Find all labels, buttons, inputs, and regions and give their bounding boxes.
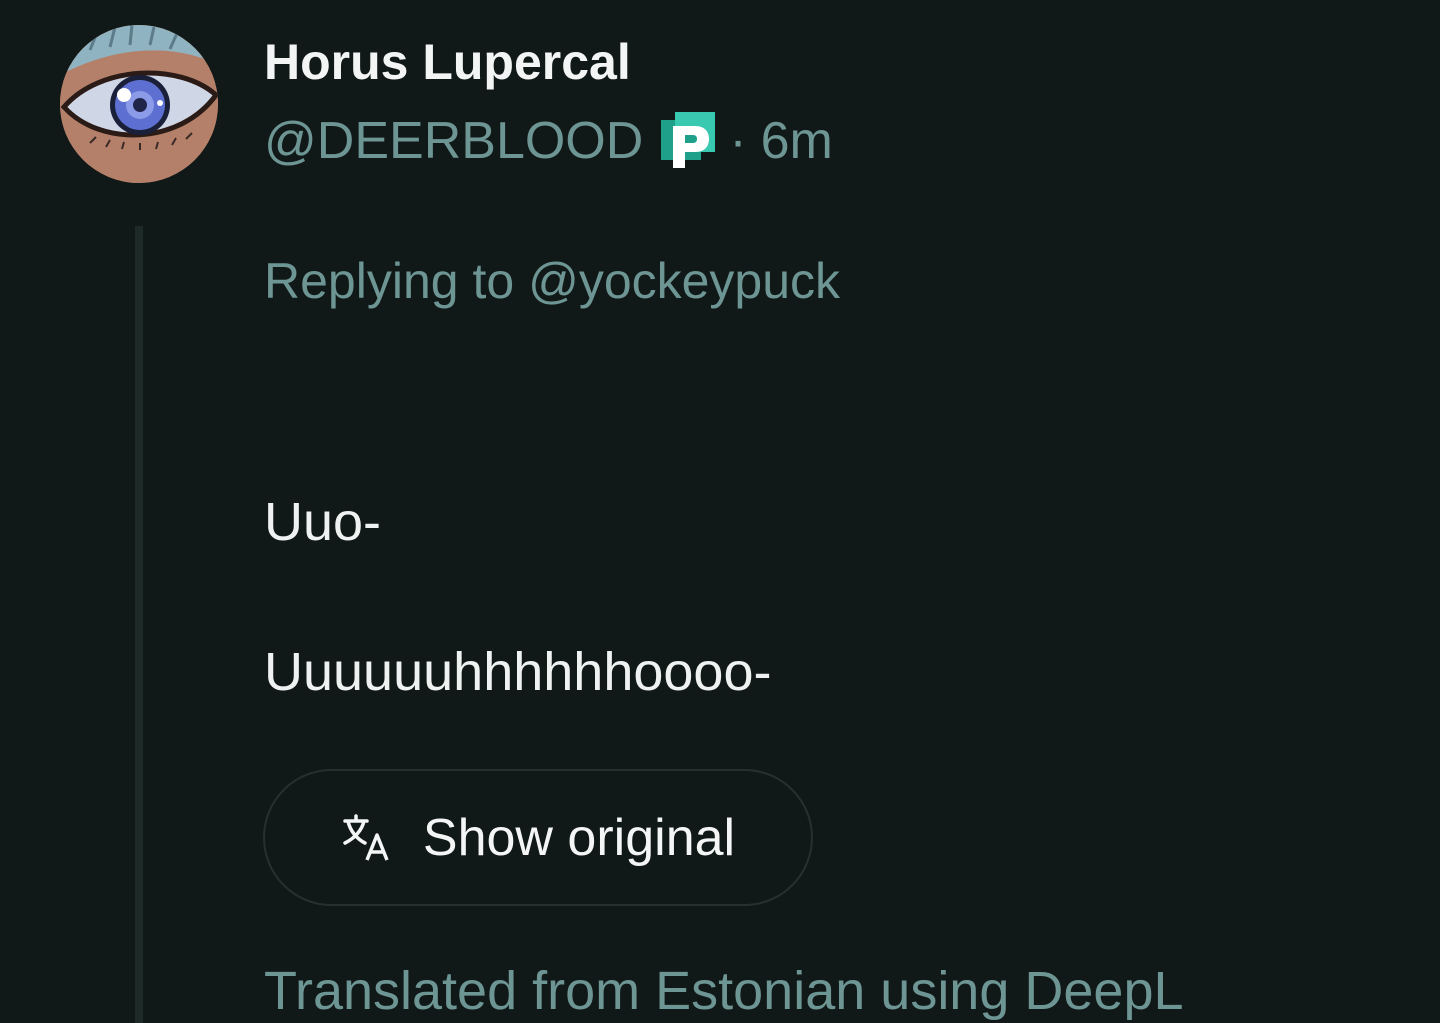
- show-original-label: Show original: [422, 808, 736, 867]
- handle-row: @DEERBLOOD · 6m: [264, 108, 833, 174]
- show-original-button[interactable]: Show original: [263, 769, 813, 906]
- author-handle[interactable]: @DEERBLOOD: [264, 111, 643, 171]
- thread-line: [135, 226, 143, 1023]
- post-text-line-1: Uuo-: [264, 492, 382, 552]
- avatar[interactable]: [60, 25, 218, 183]
- post-text-line-2: Uuuuuuhhhhhhoooo-: [264, 642, 772, 702]
- meta-separator: ·: [729, 112, 747, 170]
- translate-icon: [341, 813, 391, 863]
- replying-prefix: Replying to: [264, 253, 515, 309]
- post: Horus Lupercal @DEERBLOOD · 6m Replying …: [0, 0, 1440, 1023]
- display-name[interactable]: Horus Lupercal: [264, 32, 631, 92]
- pixelfed-p-icon: [661, 112, 716, 170]
- reply-target-link[interactable]: @yockeypuck: [528, 253, 840, 309]
- avatar-eye-image: [60, 25, 218, 183]
- post-timestamp[interactable]: 6m: [761, 111, 833, 171]
- translation-note: Translated from Estonian using DeepL: [264, 961, 1184, 1021]
- replying-to: Replying to @yockeypuck: [264, 250, 840, 312]
